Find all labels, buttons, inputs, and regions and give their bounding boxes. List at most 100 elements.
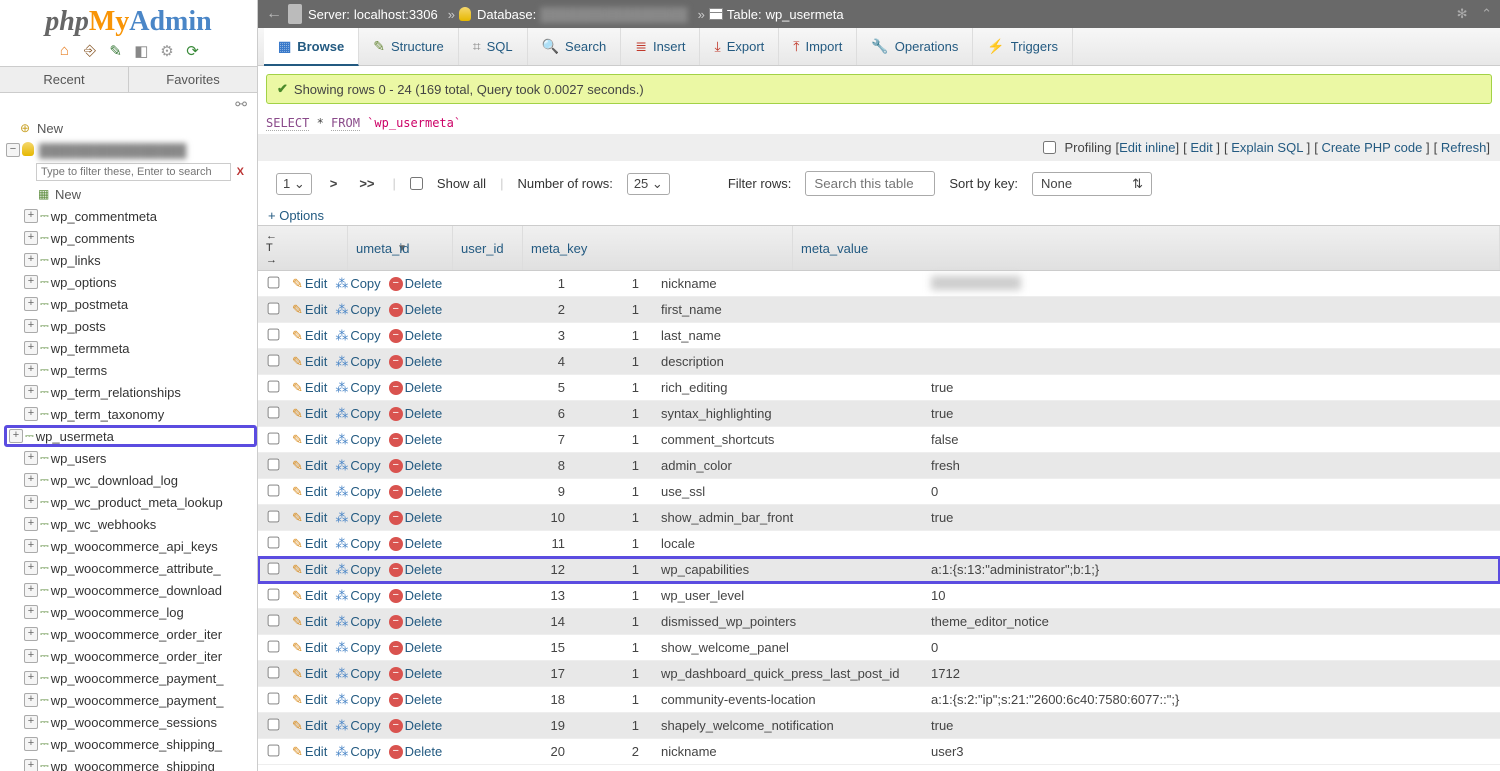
copy-button[interactable]: ⁂Copy — [335, 640, 380, 656]
table-wp_options[interactable]: wp_options — [51, 275, 117, 290]
copy-button[interactable]: ⁂Copy — [335, 380, 380, 396]
favorites-tab[interactable]: Favorites — [129, 67, 257, 92]
database-value[interactable]: ████████████████ — [540, 7, 687, 22]
edit-button[interactable]: ✎Edit — [292, 666, 327, 682]
expand-icon[interactable]: + — [24, 561, 38, 575]
copy-button[interactable]: ⁂Copy — [335, 328, 380, 344]
col-meta-value[interactable]: meta_value — [793, 226, 1500, 270]
table-wp_comments[interactable]: wp_comments — [51, 231, 135, 246]
expand-icon[interactable]: + — [24, 319, 38, 333]
row-checkbox[interactable] — [267, 614, 279, 626]
home-icon[interactable]: ⌂ — [55, 42, 73, 60]
copy-button[interactable]: ⁂Copy — [335, 718, 380, 734]
delete-button[interactable]: −Delete — [389, 484, 443, 499]
edit-link[interactable]: Edit — [1190, 140, 1212, 155]
create-php-link[interactable]: Create PHP code — [1321, 140, 1422, 155]
table-wp_woocommerce_log[interactable]: wp_woocommerce_log — [51, 605, 184, 620]
show-all-checkbox[interactable] — [410, 177, 423, 190]
delete-button[interactable]: −Delete — [389, 432, 443, 447]
delete-button[interactable]: −Delete — [389, 276, 443, 291]
edit-button[interactable]: ✎Edit — [292, 302, 327, 318]
collapse-panel-icon[interactable]: ⌃ — [1481, 6, 1492, 21]
expand-icon[interactable]: + — [24, 583, 38, 597]
copy-button[interactable]: ⁂Copy — [335, 432, 380, 448]
profiling-checkbox[interactable] — [1043, 141, 1056, 154]
expand-icon[interactable]: + — [24, 385, 38, 399]
table-wp_terms[interactable]: wp_terms — [51, 363, 107, 378]
table-wp_wc_download_log[interactable]: wp_wc_download_log — [51, 473, 178, 488]
delete-button[interactable]: −Delete — [389, 744, 443, 759]
expand-icon[interactable]: + — [24, 209, 38, 223]
collapse-icon[interactable]: − — [6, 143, 20, 157]
copy-button[interactable]: ⁂Copy — [335, 562, 380, 578]
col-user-id[interactable]: user_id — [453, 226, 523, 270]
operations-tab[interactable]: 🔧Operations — [857, 28, 973, 65]
database-name[interactable]: ████████████████ — [39, 143, 186, 158]
edit-button[interactable]: ✎Edit — [292, 692, 327, 708]
row-checkbox[interactable] — [267, 458, 279, 470]
col-umeta-id[interactable]: umeta_id — [348, 226, 453, 270]
expand-icon[interactable]: + — [24, 715, 38, 729]
browse-tab[interactable]: ▦Browse — [264, 28, 359, 66]
insert-tab[interactable]: ≣Insert — [621, 28, 700, 65]
expand-icon[interactable]: + — [24, 495, 38, 509]
table-wp_woocommerce_order_iter[interactable]: wp_woocommerce_order_iter — [51, 649, 222, 664]
copy-button[interactable]: ⁂Copy — [335, 692, 380, 708]
edit-button[interactable]: ✎Edit — [292, 640, 327, 656]
edit-button[interactable]: ✎Edit — [292, 562, 327, 578]
sql-tab[interactable]: ⌗SQL — [459, 28, 528, 65]
expand-icon[interactable]: + — [24, 473, 38, 487]
table-wp_term_taxonomy[interactable]: wp_term_taxonomy — [51, 407, 164, 422]
recent-tab[interactable]: Recent — [0, 67, 129, 92]
next-page-button[interactable]: > — [326, 176, 342, 191]
edit-button[interactable]: ✎Edit — [292, 458, 327, 474]
export-tab[interactable]: ⤓Export — [700, 28, 779, 65]
delete-button[interactable]: −Delete — [389, 614, 443, 629]
docs-icon[interactable]: ✎ — [107, 42, 125, 60]
copy-button[interactable]: ⁂Copy — [335, 458, 380, 474]
table-wp_woocommerce_attribute_[interactable]: wp_woocommerce_attribute_ — [51, 561, 221, 576]
expand-icon[interactable]: + — [24, 539, 38, 553]
page-select[interactable]: 1 ⌄ — [276, 173, 312, 195]
link-icon[interactable]: ⚯ — [235, 96, 247, 112]
copy-button[interactable]: ⁂Copy — [335, 302, 380, 318]
table-wp_term_relationships[interactable]: wp_term_relationships — [51, 385, 181, 400]
edit-inline-link[interactable]: Edit inline — [1119, 140, 1175, 155]
delete-button[interactable]: −Delete — [389, 302, 443, 317]
edit-button[interactable]: ✎Edit — [292, 354, 327, 370]
delete-button[interactable]: −Delete — [389, 380, 443, 395]
row-checkbox[interactable] — [267, 380, 279, 392]
row-checkbox[interactable] — [267, 640, 279, 652]
table-wp_usermeta[interactable]: wp_usermeta — [36, 429, 114, 444]
settings-icon[interactable]: ⚙ — [158, 42, 176, 60]
edit-button[interactable]: ✎Edit — [292, 588, 327, 604]
edit-button[interactable]: ✎Edit — [292, 328, 327, 344]
delete-button[interactable]: −Delete — [389, 692, 443, 707]
filter-rows-input[interactable] — [805, 171, 935, 196]
edit-button[interactable]: ✎Edit — [292, 432, 327, 448]
gear-icon[interactable]: ✻ — [1457, 6, 1468, 21]
last-page-button[interactable]: >> — [355, 176, 378, 191]
expand-icon[interactable]: + — [24, 627, 38, 641]
copy-button[interactable]: ⁂Copy — [335, 354, 380, 370]
copy-button[interactable]: ⁂Copy — [335, 614, 380, 630]
row-checkbox[interactable] — [267, 328, 279, 340]
copy-button[interactable]: ⁂Copy — [335, 484, 380, 500]
explain-sql-link[interactable]: Explain SQL — [1231, 140, 1303, 155]
delete-button[interactable]: −Delete — [389, 510, 443, 525]
edit-button[interactable]: ✎Edit — [292, 510, 327, 526]
delete-button[interactable]: −Delete — [389, 640, 443, 655]
edit-button[interactable]: ✎Edit — [292, 484, 327, 500]
row-checkbox[interactable] — [267, 562, 279, 574]
options-toggle[interactable]: + Options — [258, 206, 1500, 225]
row-checkbox[interactable] — [267, 510, 279, 522]
expand-icon[interactable]: + — [24, 759, 38, 771]
row-checkbox[interactable] — [267, 276, 279, 288]
table-wp_wc_product_meta_lookup[interactable]: wp_wc_product_meta_lookup — [51, 495, 223, 510]
table-value[interactable]: wp_usermeta — [766, 7, 844, 22]
table-wp_woocommerce_download[interactable]: wp_woocommerce_download — [51, 583, 222, 598]
table-wp_woocommerce_api_keys[interactable]: wp_woocommerce_api_keys — [51, 539, 218, 554]
expand-icon[interactable]: + — [24, 649, 38, 663]
edit-button[interactable]: ✎Edit — [292, 614, 327, 630]
filter-clear-icon[interactable]: X — [237, 166, 244, 178]
